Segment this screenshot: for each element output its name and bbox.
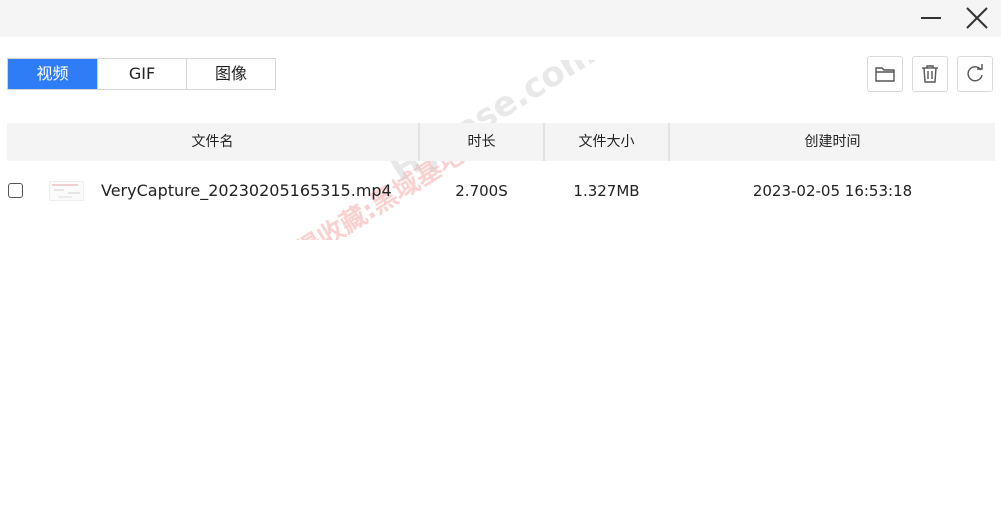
table-row[interactable]: VeryCapture_20230205165315.mp4 2.700S 1.… bbox=[7, 168, 995, 214]
minimize-icon bbox=[921, 17, 941, 19]
open-folder-button[interactable] bbox=[867, 56, 903, 92]
column-header-created[interactable]: 创建时间 bbox=[670, 123, 995, 161]
refresh-icon bbox=[967, 64, 983, 82]
duration: 2.700S bbox=[455, 182, 508, 200]
created-time: 2023-02-05 16:53:18 bbox=[752, 182, 913, 200]
folder-icon bbox=[875, 67, 895, 82]
trash-icon bbox=[922, 65, 938, 83]
column-header-size[interactable]: 文件大小 bbox=[545, 123, 668, 161]
file-size: 1.327MB bbox=[573, 182, 640, 200]
tab-image[interactable]: 图像 bbox=[187, 59, 275, 89]
file-name: VeryCapture_20230205165315.mp4 bbox=[101, 181, 392, 200]
tab-video[interactable]: 视频 bbox=[8, 59, 98, 89]
close-button[interactable] bbox=[962, 4, 992, 32]
table-header: 文件名 时长 文件大小 创建时间 bbox=[7, 123, 995, 161]
column-header-file-name[interactable]: 文件名 bbox=[7, 123, 418, 161]
minimize-button[interactable] bbox=[916, 4, 946, 32]
video-thumbnail bbox=[49, 181, 84, 201]
tab-gif[interactable]: GIF bbox=[98, 59, 187, 89]
delete-button[interactable] bbox=[912, 56, 948, 92]
thumbnail-preview-icon bbox=[52, 184, 80, 198]
column-header-duration[interactable]: 时长 bbox=[420, 123, 543, 161]
refresh-button[interactable] bbox=[957, 56, 993, 92]
close-icon bbox=[966, 7, 988, 29]
media-type-tabs: 视频 GIF 图像 bbox=[7, 58, 276, 90]
title-bar bbox=[0, 0, 1001, 37]
row-checkbox[interactable] bbox=[8, 183, 23, 198]
